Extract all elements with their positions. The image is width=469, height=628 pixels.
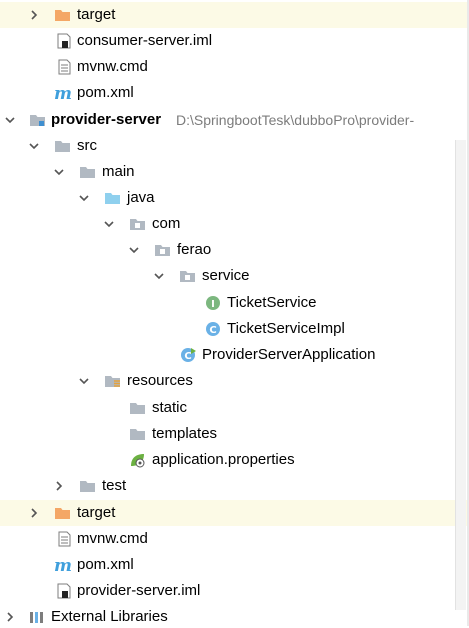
chevron-down-icon[interactable] bbox=[153, 270, 165, 282]
tree-row-main[interactable]: main bbox=[0, 159, 469, 185]
project-tree: target consumer-server.iml mvnw.cmd m po… bbox=[0, 0, 469, 626]
module-path: D:\SpringbootTesk\dubboPro\provider- bbox=[176, 112, 415, 128]
package-icon bbox=[180, 271, 195, 282]
tree-item-label: ProviderServerApplication bbox=[202, 346, 376, 363]
folder-icon bbox=[55, 141, 70, 152]
folder-orange-icon bbox=[55, 10, 70, 21]
chevron-down-icon[interactable] bbox=[53, 166, 65, 178]
chevron-right-icon[interactable] bbox=[53, 480, 65, 492]
tree-row-provider-server-iml[interactable]: provider-server.iml bbox=[0, 578, 469, 604]
tree-item-label: java bbox=[127, 189, 155, 206]
svg-text:m: m bbox=[54, 557, 71, 573]
chevron-down-icon[interactable] bbox=[103, 218, 115, 230]
tree-row-java[interactable]: java bbox=[0, 185, 469, 211]
folder-icon bbox=[130, 429, 145, 440]
tree-row-com[interactable]: com bbox=[0, 211, 469, 237]
chevron-down-icon[interactable] bbox=[4, 114, 16, 126]
tree-row-provider-server[interactable]: provider-server D:\SpringbootTesk\dubboP… bbox=[0, 107, 469, 133]
spring-properties-icon bbox=[131, 454, 145, 468]
libraries-icon bbox=[30, 612, 43, 623]
svg-text:m: m bbox=[54, 85, 71, 101]
tree-item-label: service bbox=[202, 267, 250, 284]
tree-row-src[interactable]: src bbox=[0, 133, 469, 159]
iml-file-icon bbox=[57, 33, 71, 49]
tree-item-label: mvnw.cmd bbox=[77, 58, 148, 75]
chevron-right-icon[interactable] bbox=[28, 507, 40, 519]
tree-item-label: templates bbox=[152, 425, 218, 442]
tree-item-label: com bbox=[152, 215, 181, 232]
tree-row-resources[interactable]: resources bbox=[0, 368, 469, 394]
package-icon bbox=[155, 245, 170, 256]
tree-item-label: ferao bbox=[177, 241, 212, 258]
class-icon: C bbox=[206, 322, 220, 336]
tree-item-label: pom.xml bbox=[77, 84, 134, 101]
resources-folder-icon bbox=[105, 376, 120, 387]
chevron-right-icon[interactable] bbox=[4, 611, 16, 623]
tree-item-label: application.properties bbox=[152, 451, 295, 468]
tree-item-label: External Libraries bbox=[51, 608, 168, 625]
tree-row-test[interactable]: test bbox=[0, 473, 469, 499]
tree-item-label: provider-server bbox=[51, 111, 162, 128]
tree-row-static[interactable]: static bbox=[0, 395, 469, 421]
tree-item-label: TicketServiceImpl bbox=[227, 320, 345, 337]
tree-item-label: consumer-server.iml bbox=[77, 32, 213, 49]
svg-text:I: I bbox=[211, 299, 215, 310]
text-file-icon bbox=[58, 59, 71, 75]
tree-row-providerserverapplication[interactable]: C ProviderServerApplication bbox=[0, 342, 469, 368]
chevron-down-icon[interactable] bbox=[128, 244, 140, 256]
svg-text:C: C bbox=[184, 351, 191, 362]
tree-row-pom-xml[interactable]: m pom.xml bbox=[0, 552, 469, 578]
package-icon bbox=[130, 219, 145, 230]
tree-row-templates[interactable]: templates bbox=[0, 421, 469, 447]
maven-icon: m bbox=[54, 85, 71, 101]
tree-item-label: provider-server.iml bbox=[77, 582, 201, 599]
folder-icon bbox=[130, 403, 145, 414]
maven-icon: m bbox=[54, 557, 71, 573]
spring-boot-class-icon: C bbox=[181, 348, 196, 362]
tree-row-external-libraries[interactable]: External Libraries bbox=[0, 604, 469, 628]
tree-item-label: resources bbox=[127, 372, 193, 389]
tree-item-label: mvnw.cmd bbox=[77, 530, 148, 547]
tree-item-label: main bbox=[102, 163, 135, 180]
tree-row-pom-xml[interactable]: m pom.xml bbox=[0, 80, 469, 106]
chevron-right-icon[interactable] bbox=[28, 9, 40, 21]
vertical-scrollbar[interactable] bbox=[455, 140, 466, 610]
folder-icon bbox=[80, 481, 95, 492]
tree-item-label: TicketService bbox=[227, 294, 317, 311]
chevron-down-icon[interactable] bbox=[28, 140, 40, 152]
interface-icon: I bbox=[206, 296, 220, 310]
tree-item-label: target bbox=[77, 6, 116, 23]
tree-item-label: static bbox=[152, 399, 188, 416]
tree-row-mvnw-cmd[interactable]: mvnw.cmd bbox=[0, 526, 469, 552]
text-file-icon bbox=[58, 531, 71, 547]
chevron-down-icon[interactable] bbox=[78, 375, 90, 387]
source-folder-icon bbox=[105, 193, 120, 204]
tree-item-label: test bbox=[102, 477, 127, 494]
tree-row-target[interactable]: target bbox=[0, 500, 469, 526]
tree-row-application-properties[interactable]: application.properties bbox=[0, 447, 469, 473]
module-folder-icon bbox=[30, 115, 45, 126]
tree-row-ticketservice[interactable]: I TicketService bbox=[0, 290, 469, 316]
tree-item-label: target bbox=[77, 504, 116, 521]
tree-row-consumer-server-iml[interactable]: consumer-server.iml bbox=[0, 28, 469, 54]
folder-orange-icon bbox=[55, 508, 70, 519]
svg-text:C: C bbox=[209, 325, 216, 336]
tree-row-mvnw-cmd[interactable]: mvnw.cmd bbox=[0, 54, 469, 80]
tree-row-service[interactable]: service bbox=[0, 263, 469, 289]
tree-item-label: pom.xml bbox=[77, 556, 134, 573]
tree-row-ferao[interactable]: ferao bbox=[0, 237, 469, 263]
tree-row-ticketserviceimpl[interactable]: C TicketServiceImpl bbox=[0, 316, 469, 342]
chevron-down-icon[interactable] bbox=[78, 192, 90, 204]
tree-row-target[interactable]: target bbox=[0, 2, 469, 28]
folder-icon bbox=[80, 167, 95, 178]
tree-item-label: src bbox=[77, 137, 97, 154]
iml-file-icon bbox=[57, 583, 71, 599]
